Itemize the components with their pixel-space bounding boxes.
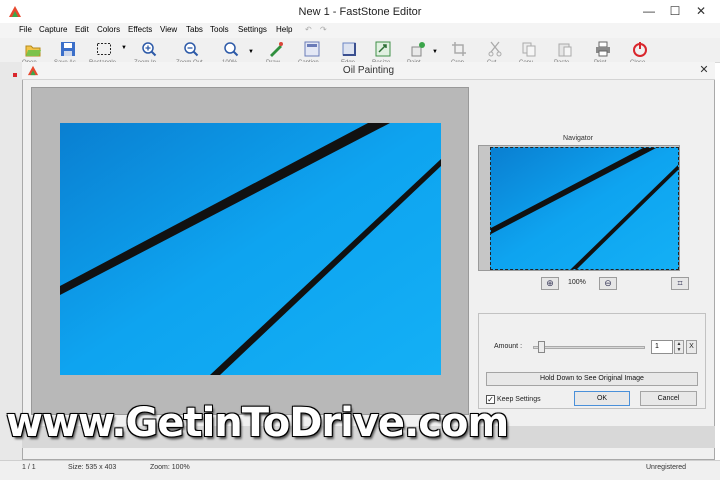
- hold-to-see-original-button[interactable]: Hold Down to See Original Image: [486, 372, 698, 386]
- amount-input[interactable]: 1: [651, 340, 673, 354]
- menu-edit[interactable]: Edit: [75, 25, 89, 34]
- caption-icon[interactable]: [304, 41, 320, 57]
- cancel-button[interactable]: Cancel: [640, 391, 697, 406]
- cut-icon[interactable]: [487, 41, 503, 57]
- status-size: Size: 535 x 403: [68, 464, 117, 471]
- window-close-button[interactable]: ✕: [686, 2, 716, 20]
- copy-icon[interactable]: [521, 41, 537, 57]
- menu-tabs[interactable]: Tabs: [186, 25, 203, 34]
- window-title: New 1 - FastStone Editor: [298, 6, 422, 18]
- menu-help[interactable]: Help: [276, 25, 292, 34]
- navigator-label: Navigator: [563, 135, 593, 142]
- resize-icon[interactable]: [375, 41, 391, 57]
- status-registration: Unregistered: [646, 464, 687, 471]
- navigator-zoom-text: 100%: [568, 279, 586, 286]
- menu-file[interactable]: File: [19, 25, 32, 34]
- preview-image[interactable]: [60, 123, 441, 375]
- rectangle-select-icon[interactable]: [96, 41, 112, 57]
- amount-label: Amount :: [494, 343, 523, 350]
- amount-slider[interactable]: [533, 346, 645, 349]
- amount-reset-button[interactable]: X: [686, 340, 697, 354]
- zoom-level-icon[interactable]: [223, 41, 239, 57]
- tab-marker-icon: [13, 73, 17, 77]
- menu-view[interactable]: View: [160, 25, 177, 34]
- edge-icon[interactable]: [341, 41, 357, 57]
- menu-settings[interactable]: Settings: [238, 25, 267, 34]
- undo-icon[interactable]: ↶: [305, 25, 312, 34]
- status-zoom: Zoom: 100%: [150, 464, 190, 471]
- ok-button[interactable]: OK: [574, 391, 630, 406]
- print-icon[interactable]: [595, 41, 611, 57]
- navigator-thumbnail[interactable]: [490, 147, 679, 270]
- menu-colors[interactable]: Colors: [97, 25, 120, 34]
- amount-spinner[interactable]: ▲ ▼: [674, 340, 684, 354]
- dialog-title: Oil Painting: [342, 65, 395, 76]
- paste-icon[interactable]: [557, 41, 573, 57]
- zoom-in-icon[interactable]: [141, 41, 157, 57]
- dropdown-arrow-icon[interactable]: ▼: [121, 45, 127, 51]
- dialog-close-button[interactable]: ✕: [696, 63, 712, 77]
- paint-icon[interactable]: [410, 41, 426, 57]
- paint-dropdown-icon[interactable]: ▼: [432, 49, 438, 55]
- zoom-dropdown-icon[interactable]: ▼: [248, 49, 254, 55]
- menu-effects[interactable]: Effects: [128, 25, 152, 34]
- crop-icon[interactable]: [451, 41, 467, 57]
- menu-capture[interactable]: Capture: [39, 25, 67, 34]
- watermark-text: www.GetinToDrive.com: [6, 400, 509, 446]
- fit-to-window-button[interactable]: ⌗: [671, 277, 689, 290]
- status-page: 1 / 1: [22, 464, 36, 471]
- navigator-zoom-in-button[interactable]: ⊕: [541, 277, 559, 290]
- close-icon[interactable]: [632, 41, 648, 57]
- amount-slider-thumb[interactable]: [538, 341, 546, 353]
- navigator-zoom-out-button[interactable]: ⊖: [599, 277, 617, 290]
- draw-icon[interactable]: [268, 41, 284, 57]
- menu-tools[interactable]: Tools: [210, 25, 229, 34]
- zoom-out-icon[interactable]: [183, 41, 199, 57]
- redo-icon[interactable]: ↷: [320, 25, 327, 34]
- save-icon[interactable]: [60, 41, 76, 57]
- open-icon[interactable]: [25, 41, 41, 57]
